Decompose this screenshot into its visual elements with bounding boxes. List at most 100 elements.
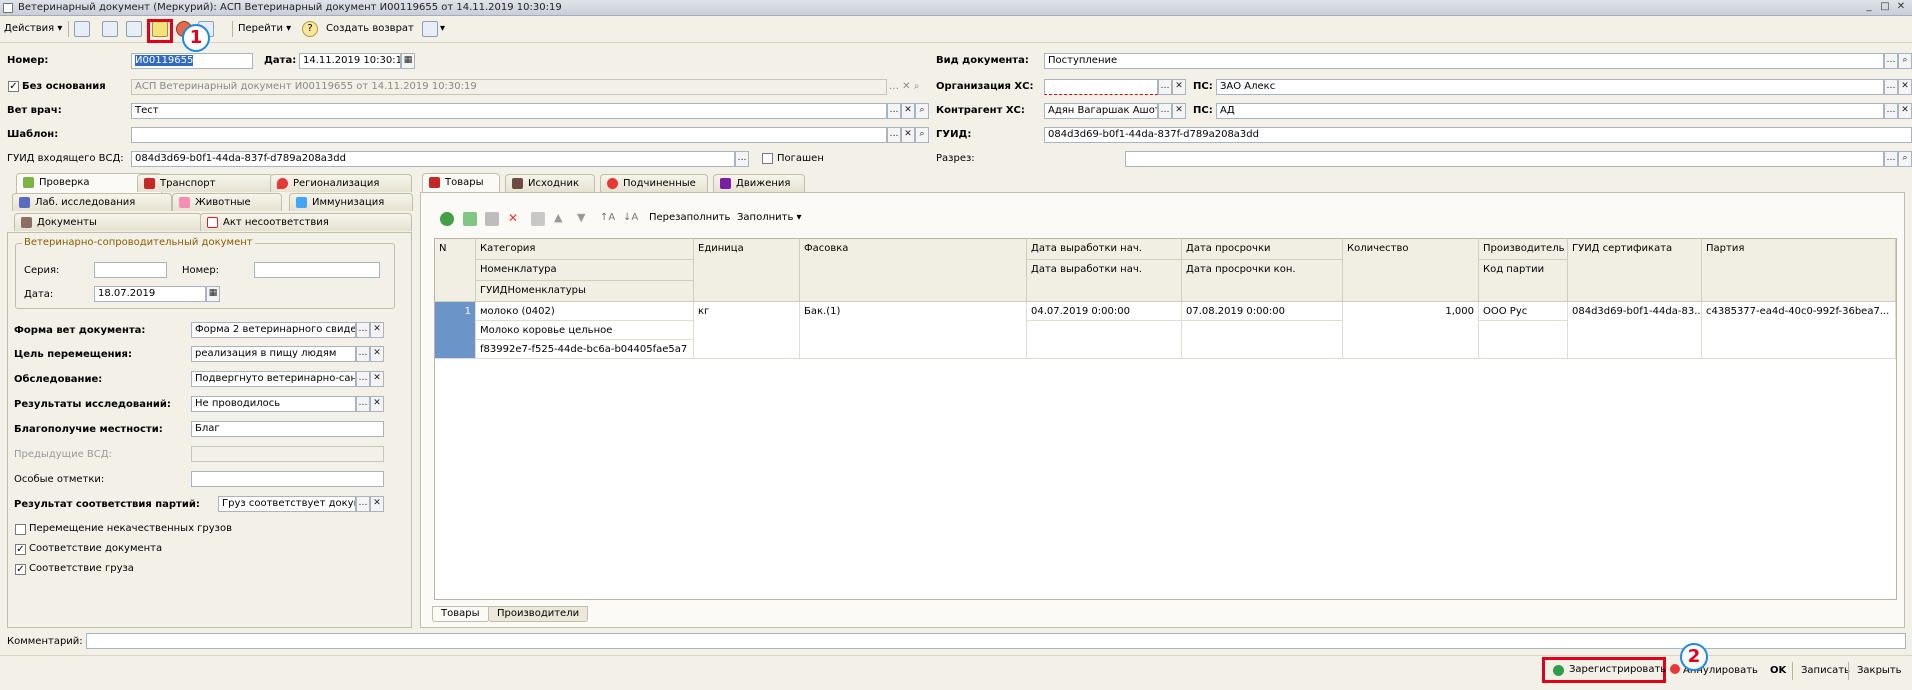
inspection-field[interactable]: Подвергнуто ветеринарно-сани	[191, 371, 356, 387]
series-field[interactable]	[94, 262, 167, 278]
delete-icon[interactable]: ✕	[508, 211, 518, 225]
date-field[interactable]: 14.11.2019 10:30:1	[299, 53, 401, 69]
repaid-checkbox[interactable]	[762, 153, 773, 164]
sort-asc-icon[interactable]: ↑A	[600, 211, 615, 225]
tab-source[interactable]: Исходник	[505, 174, 595, 192]
search-icon[interactable]: ⌕	[915, 127, 929, 143]
cell-exp-date[interactable]: 07.08.2019 0:00:00	[1182, 302, 1343, 321]
cell-guid-nom[interactable]: f83992e7-f525-44de-bc6a-b04405fae5a7	[476, 340, 694, 359]
select-button[interactable]: …	[1158, 79, 1172, 95]
number-field[interactable]: И00119655	[131, 53, 253, 69]
col-header-exp-date[interactable]: Дата просрочки	[1182, 239, 1343, 260]
clear-icon[interactable]: ✕	[370, 396, 384, 412]
print-dropdown-icon[interactable]: ▾	[440, 17, 445, 41]
clear-icon[interactable]: ✕	[901, 127, 915, 143]
select-button[interactable]: …	[356, 322, 370, 338]
clear-icon[interactable]: ✕	[901, 103, 915, 119]
col-header-packing[interactable]: Фасовка	[800, 239, 1027, 302]
calendar-icon[interactable]: ▦	[401, 53, 415, 69]
clear-icon[interactable]: ✕	[370, 322, 384, 338]
search-icon[interactable]: ⌕	[1898, 53, 1912, 69]
cell-cert-guid[interactable]: 084d3d69-b0f1-44da-83...	[1568, 302, 1702, 359]
actions-menu[interactable]: Действия ▾	[4, 17, 62, 41]
basis-select-icon[interactable]: … ✕ ⌕	[889, 80, 919, 94]
move-up-icon[interactable]: ▲	[554, 211, 562, 225]
clear-icon[interactable]: ✕	[1898, 79, 1912, 95]
welfare-field[interactable]: Благ	[191, 421, 384, 437]
cb-doc-conformity-checkbox[interactable]: ✓	[15, 544, 26, 555]
research-field[interactable]: Не проводилось	[191, 396, 356, 412]
counterparty-field[interactable]: Адян Вагаршак Ашот	[1044, 103, 1158, 119]
close-icon[interactable]: ✕	[1894, 1, 1908, 14]
clear-icon[interactable]: ✕	[1172, 79, 1186, 95]
clear-icon[interactable]: ✕	[370, 371, 384, 387]
tab-transport[interactable]: Транспорт	[137, 174, 273, 192]
cell-category[interactable]: молоко (0402)	[476, 302, 694, 321]
edit-icon[interactable]	[485, 212, 499, 226]
form-field[interactable]: Форма 2 ветеринарного свидет	[191, 322, 356, 338]
guid-field[interactable]: 084d3d69-b0f1-44da-837f-d789a208a3dd	[1044, 127, 1912, 143]
refill-button[interactable]: Перезаполнить	[649, 210, 730, 226]
clear-icon[interactable]: ✕	[370, 496, 384, 512]
col-header-producer[interactable]: Производитель	[1479, 239, 1568, 260]
tab-movements[interactable]: Движения	[713, 174, 805, 192]
vsd-number-field[interactable]	[254, 262, 380, 278]
cell-packing[interactable]: Бак.(1)	[800, 302, 1027, 359]
cb-nonquality-checkbox[interactable]	[15, 524, 26, 535]
select-button[interactable]: …	[887, 127, 901, 143]
vet-field[interactable]: Тест	[131, 103, 887, 119]
cell-qty[interactable]: 1,000	[1343, 302, 1479, 359]
tab-documents[interactable]: Документы	[14, 213, 202, 231]
select-button[interactable]: …	[887, 103, 901, 119]
select-button[interactable]: …	[1884, 103, 1898, 119]
sort-desc-icon[interactable]: ↓A	[623, 211, 638, 225]
save-icon[interactable]	[102, 21, 118, 37]
help-icon[interactable]: ?	[302, 21, 318, 37]
cell-prod-date-2[interactable]	[1027, 321, 1182, 359]
ps2-field[interactable]: АД	[1216, 103, 1884, 119]
close-button[interactable]: Закрыть	[1857, 664, 1902, 678]
post-and-close-icon[interactable]	[74, 21, 90, 37]
tab-immunization[interactable]: Иммунизация	[289, 193, 413, 211]
cell-exp-date-2[interactable]	[1182, 321, 1343, 359]
tab-regionalization[interactable]: Регионализация	[270, 174, 412, 192]
end-edit-icon[interactable]	[531, 212, 545, 226]
save-button[interactable]: Записать	[1801, 664, 1850, 678]
cell-batch-code[interactable]	[1479, 321, 1568, 359]
ok-button[interactable]: OK	[1770, 664, 1786, 678]
tab-subordinates[interactable]: Подчиненные	[600, 174, 708, 192]
org-field[interactable]	[1044, 79, 1158, 95]
clear-icon[interactable]: ✕	[1172, 103, 1186, 119]
col-header-cert-guid[interactable]: ГУИД сертификата	[1568, 239, 1702, 302]
select-button[interactable]: …	[1884, 151, 1898, 167]
col-header-guid-nom[interactable]: ГУИДНоменклатуры	[476, 281, 694, 302]
search-icon[interactable]: ⌕	[915, 103, 929, 119]
marks-field[interactable]	[191, 471, 384, 487]
print-icon[interactable]	[422, 21, 438, 37]
copy-icon[interactable]	[463, 212, 477, 226]
cell-nomenclature[interactable]: Молоко коровье цельное	[476, 321, 694, 340]
template-field[interactable]	[131, 127, 887, 143]
col-header-prod-date[interactable]: Дата выработки нач.	[1027, 239, 1182, 260]
calendar-icon[interactable]: ▦	[206, 286, 220, 302]
col-header-exp-date-2[interactable]: Дата просрочки кон.	[1182, 260, 1343, 302]
purpose-field[interactable]: реализация в пищу людям	[191, 346, 356, 362]
create-return-button[interactable]: Создать возврат	[326, 17, 414, 41]
col-header-unit[interactable]: Единица	[694, 239, 800, 302]
minimize-icon[interactable]: _	[1862, 1, 1876, 14]
bottom-tab-producers[interactable]: Производители	[488, 606, 589, 622]
select-button[interactable]: …	[356, 496, 370, 512]
table-row-number[interactable]: 1	[435, 302, 476, 359]
vsd-date-field[interactable]: 18.07.2019	[94, 286, 206, 302]
doc-type-field[interactable]: Поступление	[1044, 53, 1884, 69]
refresh-icon[interactable]	[126, 21, 142, 37]
cb-cargo-conformity-checkbox[interactable]: ✓	[15, 564, 26, 575]
section-field[interactable]	[1125, 151, 1884, 167]
select-button[interactable]: …	[356, 346, 370, 362]
conformity-field[interactable]: Груз соответствует докуме	[218, 496, 356, 512]
select-button[interactable]: …	[1884, 53, 1898, 69]
search-icon[interactable]: ⌕	[1898, 151, 1912, 167]
clear-icon[interactable]: ✕	[1898, 103, 1912, 119]
cell-unit[interactable]: кг	[694, 302, 800, 359]
select-button[interactable]: …	[1158, 103, 1172, 119]
